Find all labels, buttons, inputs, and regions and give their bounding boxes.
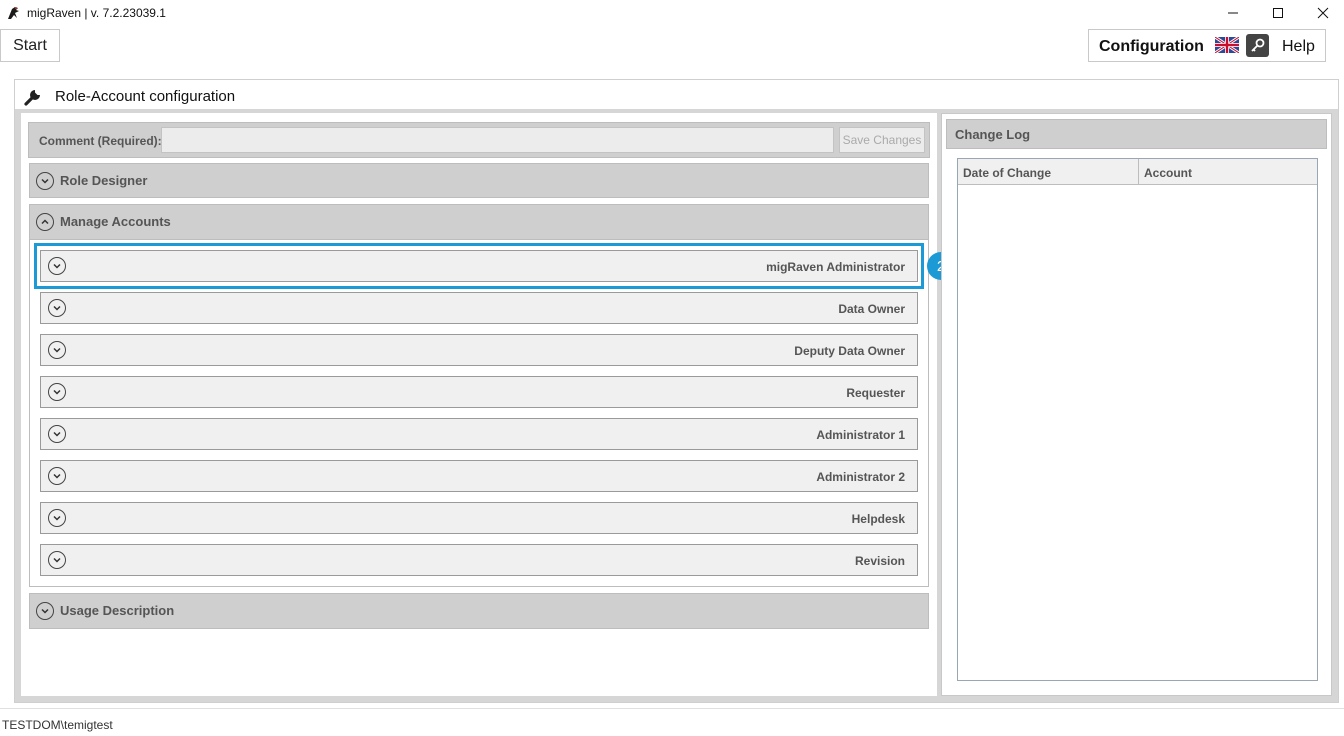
chevron-down-icon — [48, 467, 66, 485]
current-user: TESTDOM\temigtest — [2, 718, 113, 732]
frame-title: Role-Account configuration — [55, 88, 236, 105]
maximize-button[interactable] — [1255, 0, 1301, 26]
account-label: Helpdesk — [851, 512, 905, 526]
uk-flag-icon[interactable] — [1215, 37, 1239, 53]
close-button[interactable] — [1300, 0, 1344, 26]
key-glyph-icon — [1251, 38, 1265, 52]
save-changes-button[interactable]: Save Changes — [839, 127, 925, 153]
account-label: Administrator 2 — [816, 470, 905, 484]
raven-logo-icon — [8, 7, 19, 19]
title-bar: migRaven | v. 7.2.23039.1 — [0, 0, 1344, 26]
window-title: migRaven | v. 7.2.23039.1 — [27, 6, 166, 20]
chevron-down-icon — [48, 509, 66, 527]
account-row-requester[interactable]: Requester — [40, 376, 918, 408]
account-label: Administrator 1 — [816, 428, 905, 442]
manage-accounts-header[interactable]: Manage Accounts — [29, 204, 929, 240]
role-account-frame: Role-Account configuration Comment (Requ… — [14, 79, 1339, 703]
highlight-box — [34, 243, 924, 289]
change-log-table[interactable]: Date of Change Account — [957, 158, 1318, 681]
key-icon[interactable] — [1246, 34, 1269, 57]
column-header-account[interactable]: Account — [1139, 159, 1317, 185]
comment-bar: Comment (Required): Save Changes — [28, 122, 930, 158]
section-label: Manage Accounts — [60, 214, 171, 229]
account-row-revision[interactable]: Revision — [40, 544, 918, 576]
chevron-down-icon — [48, 425, 66, 443]
maximize-icon — [1273, 8, 1283, 18]
comment-input[interactable] — [161, 127, 834, 153]
change-log-title: Change Log — [955, 127, 1031, 142]
chevron-down-icon — [48, 383, 66, 401]
comment-label: Comment (Required): — [39, 134, 162, 148]
wrench-icon — [24, 90, 40, 106]
change-log-header: Change Log — [946, 119, 1327, 149]
chevron-down-icon — [36, 602, 54, 620]
minimize-icon — [1228, 12, 1238, 14]
frame-content: Comment (Required): Save Changes Role De… — [15, 109, 1338, 702]
role-designer-header[interactable]: Role Designer — [29, 163, 929, 198]
start-button[interactable]: Start — [0, 29, 60, 62]
section-label: Usage Description — [60, 603, 175, 618]
account-row-administrator-1[interactable]: Administrator 1 — [40, 418, 918, 450]
account-row-administrator-2[interactable]: Administrator 2 — [40, 460, 918, 492]
help-button[interactable]: Help — [1282, 38, 1315, 56]
usage-description-header[interactable]: Usage Description — [29, 593, 929, 629]
account-row-helpdesk[interactable]: Helpdesk — [40, 502, 918, 534]
account-row-data-owner[interactable]: Data Owner — [40, 292, 918, 324]
manage-accounts-body: migRaven Administrator Data Owner Deputy… — [29, 240, 955, 587]
close-icon — [1317, 7, 1329, 19]
account-label: Revision — [854, 554, 905, 568]
configuration-label[interactable]: Configuration — [1099, 38, 1204, 56]
minimize-button[interactable] — [1210, 0, 1256, 26]
chevron-down-icon — [48, 299, 66, 317]
chevron-down-icon — [36, 172, 54, 190]
chevron-down-icon — [48, 551, 66, 569]
change-log-panel: Change Log Date of Change Account — [941, 113, 1332, 696]
account-label: Data Owner — [838, 302, 905, 316]
chevron-up-icon — [36, 213, 54, 231]
chevron-down-icon — [48, 341, 66, 359]
section-label: Role Designer — [60, 173, 148, 188]
column-header-date-of-change[interactable]: Date of Change — [958, 159, 1139, 185]
configuration-group: Configuration Help — [1088, 29, 1326, 62]
configuration-panel: Comment (Required): Save Changes Role De… — [21, 113, 955, 696]
account-label: Deputy Data Owner — [794, 344, 905, 358]
status-bar: TESTDOM\temigtest — [0, 708, 1344, 736]
account-row-deputy-data-owner[interactable]: Deputy Data Owner — [40, 334, 918, 366]
account-label: Requester — [846, 386, 905, 400]
